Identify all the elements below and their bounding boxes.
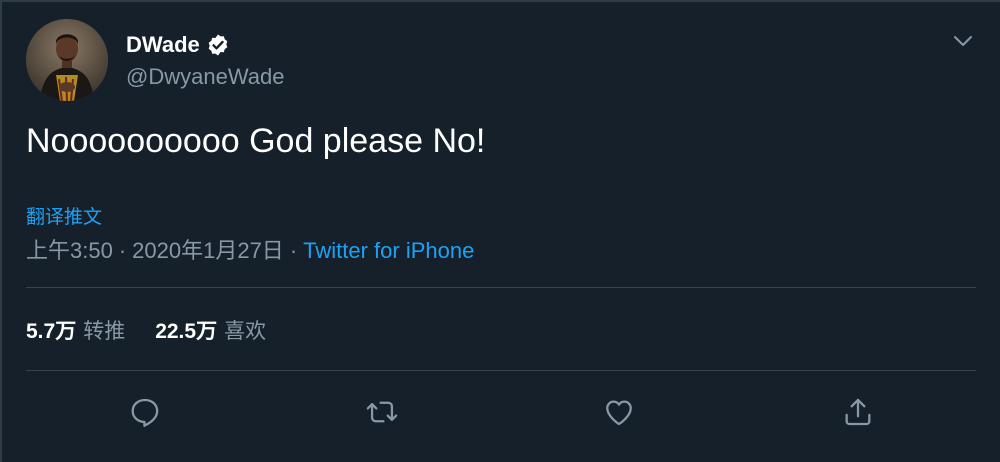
tweet-source-link[interactable]: Twitter for iPhone [303, 238, 474, 263]
retweet-icon[interactable] [362, 392, 402, 432]
action-bar [0, 392, 1000, 436]
top-border [0, 0, 1000, 2]
like-icon[interactable] [599, 392, 639, 432]
tweet-date[interactable]: 2020年1月27日 [132, 238, 284, 263]
divider-top [26, 287, 976, 288]
retweets-stat[interactable]: 5.7万 转推 [26, 315, 125, 345]
tweet-stats: 5.7万 转推 22.5万 喜欢 [26, 315, 266, 345]
chevron-down-icon[interactable] [950, 28, 976, 54]
display-name[interactable]: DWade [126, 32, 200, 58]
tweet-text: Noooooooooo God please No! [26, 122, 486, 160]
avatar[interactable] [26, 19, 108, 101]
likes-label: 喜欢 [224, 320, 267, 343]
meta-separator: · [118, 238, 127, 263]
name-row: DWade [126, 30, 230, 60]
divider-bottom [26, 370, 976, 371]
avatar-image [26, 19, 108, 101]
translate-link[interactable]: 翻译推文 [26, 202, 102, 229]
likes-stat[interactable]: 22.5万 喜欢 [155, 315, 266, 345]
meta-separator-2: · [289, 238, 298, 263]
verified-badge-icon [206, 33, 230, 57]
user-handle[interactable]: @DwyaneWade [126, 64, 284, 90]
retweets-count: 5.7万 [26, 320, 77, 343]
share-icon[interactable] [838, 392, 878, 432]
tweet-meta: 上午3:50 · 2020年1月27日 · Twitter for iPhone [26, 233, 474, 265]
retweets-label: 转推 [83, 320, 126, 343]
tweet-time[interactable]: 上午3:50 [26, 238, 113, 263]
reply-icon[interactable] [125, 392, 165, 432]
tweet-card: DWade @DwyaneWade Noooooooooo God please… [0, 0, 1000, 462]
likes-count: 22.5万 [155, 320, 218, 343]
